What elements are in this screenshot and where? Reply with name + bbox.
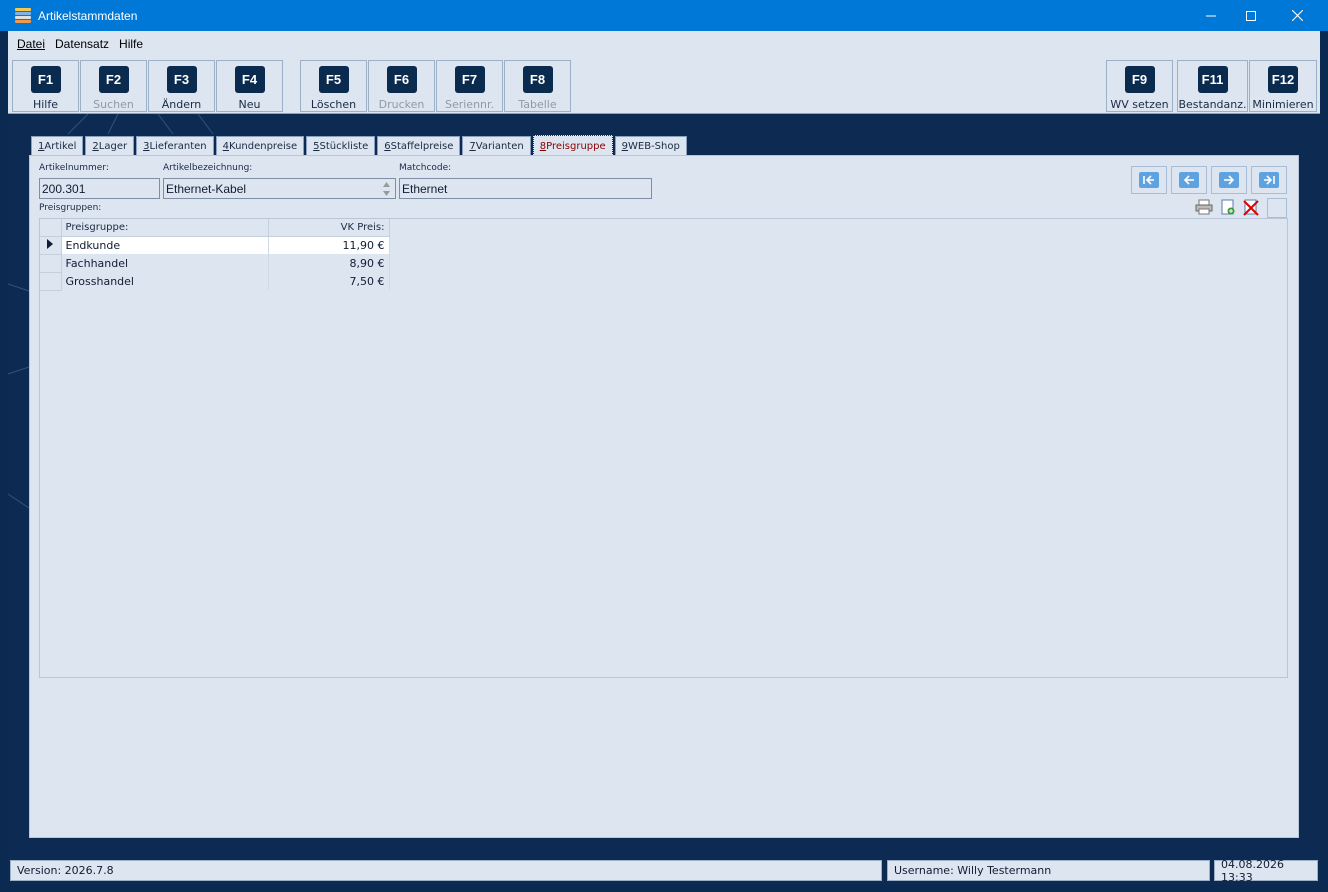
tab-lager[interactable]: 2 Lager xyxy=(85,136,135,156)
matchcode-field[interactable]: Ethernet xyxy=(399,178,652,199)
last-record-button[interactable] xyxy=(1251,166,1287,194)
f12-minimieren-button[interactable]: F12 Minimieren xyxy=(1249,60,1317,112)
cell-preisgruppe[interactable]: Grosshandel xyxy=(61,272,269,290)
first-record-button[interactable] xyxy=(1131,166,1167,194)
tab-artikel[interactable]: 1 Artikel xyxy=(31,136,84,156)
f9-wv-setzen-button[interactable]: F9 WV setzen xyxy=(1106,60,1173,112)
matchcode-label: Matchcode: xyxy=(399,163,452,173)
print-icon[interactable] xyxy=(1195,198,1213,216)
f1-hilfe-button[interactable]: F1 Hilfe xyxy=(12,60,79,112)
title-bar: Artikelstammdaten xyxy=(0,0,1328,31)
f5-loeschen-button[interactable]: F5 Löschen xyxy=(300,60,367,112)
tab-bar: 1 Artikel 2 Lager 3 Lieferanten 4 Kunden… xyxy=(31,135,689,156)
last-record-icon xyxy=(1259,172,1279,188)
preisgruppe-panel: Artikelnummer: 200.301 Artikelbezeichnun… xyxy=(29,155,1299,838)
artikelnummer-label: Artikelnummer: xyxy=(39,163,109,173)
menu-datensatz[interactable]: Datensatz xyxy=(55,37,109,51)
cell-vk-preis[interactable]: 11,90 € xyxy=(268,236,390,254)
new-document-icon[interactable] xyxy=(1219,198,1237,216)
table-row[interactable]: Fachhandel 8,90 € xyxy=(40,254,390,273)
cell-vk-preis[interactable]: 7,50 € xyxy=(268,272,390,290)
column-header-vk-preis[interactable]: VK Preis: xyxy=(268,219,390,237)
artikelnummer-field[interactable]: 200.301 xyxy=(39,178,160,199)
cell-preisgruppe[interactable]: Endkunde xyxy=(61,236,269,254)
f7-seriennr-button[interactable]: F7 Seriennr. xyxy=(436,60,503,112)
preisgruppen-table: Preisgruppe: VK Preis: Endkunde 11,90 € … xyxy=(40,219,390,291)
status-version: Version: 2026.7.8 xyxy=(10,860,882,881)
next-record-button[interactable] xyxy=(1211,166,1247,194)
first-record-icon xyxy=(1139,172,1159,188)
current-row-indicator-icon xyxy=(40,236,62,255)
f6-drucken-button[interactable]: F6 Drucken xyxy=(368,60,435,112)
artikelbezeichnung-label: Artikelbezeichnung: xyxy=(163,163,253,173)
cell-preisgruppe[interactable]: Fachhandel xyxy=(61,254,269,272)
f3-aendern-button[interactable]: F3 Ändern xyxy=(148,60,215,112)
f11-bestandanz-button[interactable]: F11 Bestandanz. xyxy=(1177,60,1248,112)
cell-vk-preis[interactable]: 8,90 € xyxy=(268,254,390,272)
scroll-spinner-icon[interactable] xyxy=(380,180,393,197)
delete-icon[interactable] xyxy=(1242,198,1260,216)
next-record-icon xyxy=(1219,172,1239,188)
artikelbezeichnung-field[interactable]: Ethernet-Kabel xyxy=(163,178,396,199)
menu-bar: Datei Datensatz Hilfe xyxy=(8,31,1320,57)
status-bar: Version: 2026.7.8 Username: Willy Tester… xyxy=(8,857,1320,885)
function-key-toolbar: F1 Hilfe F2 Suchen F3 Ändern F4 Neu F5 L… xyxy=(8,57,1320,114)
tab-preisgruppe[interactable]: 8 Preisgruppe xyxy=(532,135,613,156)
tab-kundenpreise[interactable]: 4 Kundenpreise xyxy=(215,136,305,156)
tab-stueckliste[interactable]: 5 Stückliste xyxy=(306,136,376,156)
window-title: Artikelstammdaten xyxy=(38,8,138,23)
f4-neu-button[interactable]: F4 Neu xyxy=(216,60,283,112)
row-indicator-header xyxy=(40,219,62,237)
maximize-icon[interactable] xyxy=(1228,0,1274,31)
status-datetime: 04.08.2026 13:33 xyxy=(1214,858,1318,884)
menu-hilfe[interactable]: Hilfe xyxy=(119,37,143,51)
tab-staffelpreise[interactable]: 6 Staffelpreise xyxy=(377,136,461,156)
column-header-preisgruppe[interactable]: Preisgruppe: xyxy=(61,219,269,237)
app-icon xyxy=(15,8,31,24)
f8-tabelle-button[interactable]: F8 Tabelle xyxy=(504,60,571,112)
table-row[interactable]: Endkunde 11,90 € xyxy=(40,236,390,255)
close-icon[interactable] xyxy=(1274,0,1320,31)
tab-varianten[interactable]: 7 Varianten xyxy=(462,136,531,156)
status-username: Username: Willy Testermann xyxy=(887,860,1210,881)
tab-web-shop[interactable]: 9 WEB-Shop xyxy=(614,136,687,156)
table-row[interactable]: Grosshandel 7,50 € xyxy=(40,272,390,291)
preisgruppen-grid: Preisgruppe: VK Preis: Endkunde 11,90 € … xyxy=(39,218,1288,678)
prev-record-icon xyxy=(1179,172,1199,188)
f2-suchen-button[interactable]: F2 Suchen xyxy=(80,60,147,112)
tab-lieferanten[interactable]: 3 Lieferanten xyxy=(136,136,214,156)
prev-record-button[interactable] xyxy=(1171,166,1207,194)
menu-datei[interactable]: Datei xyxy=(17,37,45,51)
preisgruppen-label: Preisgruppen: xyxy=(39,203,102,213)
blank-action-button[interactable] xyxy=(1267,198,1287,218)
